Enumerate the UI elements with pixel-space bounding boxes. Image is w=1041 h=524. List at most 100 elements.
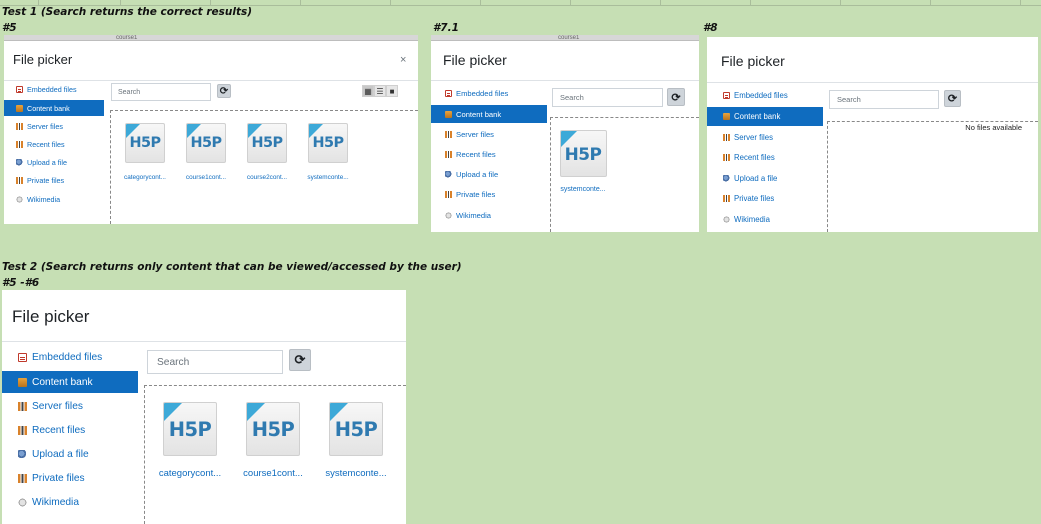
screenshot-test1-5: course1 File picker × Embedded files Content… bbox=[4, 35, 418, 224]
sidebar-item-wikimedia[interactable]: Wikimedia bbox=[4, 191, 104, 207]
upload-icon bbox=[18, 449, 27, 459]
sidebar-item-upload-a-file[interactable]: Upload a file bbox=[431, 166, 547, 184]
embedded-files-icon bbox=[16, 86, 23, 94]
sidebar-item-server-files[interactable]: Server files bbox=[707, 128, 823, 147]
search-input[interactable]: Search bbox=[111, 83, 211, 101]
sheet-grid-column bbox=[840, 0, 841, 5]
file-tile[interactable]: H5P systemconte... bbox=[553, 130, 613, 194]
sidebar-item-embedded-files[interactable]: Embedded files bbox=[431, 85, 547, 103]
h5p-logo-icon: H5P bbox=[251, 135, 283, 152]
h5p-file-thumbnail: H5P bbox=[329, 402, 383, 456]
sidebar-item-embedded-files[interactable]: Embedded files bbox=[2, 347, 138, 369]
content-bank-icon bbox=[445, 110, 452, 118]
sidebar-item-wikimedia[interactable]: Wikimedia bbox=[431, 206, 547, 224]
sidebar-item-label: Wikimedia bbox=[734, 215, 770, 225]
sidebar-item-private-files[interactable]: Private files bbox=[2, 467, 138, 489]
sidebar-item-upload-a-file[interactable]: Upload a file bbox=[2, 443, 138, 465]
upload-icon bbox=[723, 174, 730, 182]
private-files-icon bbox=[16, 177, 23, 185]
wikimedia-icon bbox=[18, 498, 27, 508]
sidebar-item-content-bank[interactable]: Content bank bbox=[431, 105, 547, 124]
sidebar-item-upload-a-file[interactable]: Upload a file bbox=[707, 169, 823, 188]
sheet-grid-column bbox=[1020, 0, 1021, 5]
sidebar-item-label: Upload a file bbox=[32, 448, 89, 460]
sidebar-item-private-files[interactable]: Private files bbox=[431, 186, 547, 204]
file-tile[interactable]: H5P categorycont... bbox=[151, 402, 229, 479]
search-input[interactable]: Search bbox=[147, 350, 283, 374]
sidebar-item-label: Private files bbox=[734, 194, 775, 204]
refresh-icon: ⟳ bbox=[219, 85, 229, 97]
sheet-grid-column bbox=[660, 0, 661, 5]
embedded-files-icon bbox=[18, 353, 27, 363]
sidebar-item-content-bank[interactable]: Content bank bbox=[4, 100, 104, 117]
sidebar-item-wikimedia[interactable]: Wikimedia bbox=[707, 210, 823, 229]
sidebar-item-embedded-files[interactable]: Embedded files bbox=[4, 82, 104, 98]
sidebar-item-server-files[interactable]: Server files bbox=[431, 125, 547, 143]
file-name: categorycont... bbox=[158, 468, 222, 479]
refresh-icon: ⟳ bbox=[947, 93, 958, 105]
refresh-button[interactable]: ⟳ bbox=[217, 84, 231, 98]
refresh-button[interactable]: ⟳ bbox=[289, 349, 311, 371]
refresh-button[interactable]: ⟳ bbox=[944, 90, 961, 107]
search-placeholder: Search bbox=[560, 93, 584, 102]
refresh-button[interactable]: ⟳ bbox=[667, 88, 685, 106]
sidebar-item-label: Recent files bbox=[27, 140, 65, 150]
test1-label-5: #5 bbox=[2, 22, 17, 34]
h5p-file-thumbnail: H5P bbox=[246, 402, 300, 456]
server-files-icon bbox=[16, 122, 23, 130]
private-files-icon bbox=[723, 195, 730, 203]
h5p-logo-icon: H5P bbox=[312, 135, 344, 152]
search-input[interactable]: Search bbox=[552, 88, 663, 107]
upload-icon bbox=[445, 171, 452, 179]
screenshot-test1-7-1: course1 File picker Embedded files Content … bbox=[431, 35, 699, 232]
file-name: course1cont... bbox=[185, 174, 227, 181]
sheet-grid-column bbox=[750, 0, 751, 5]
sidebar-item-recent-files[interactable]: Recent files bbox=[431, 146, 547, 164]
file-tile[interactable]: H5P systemconte... bbox=[299, 123, 357, 181]
file-listing-area: H5P categorycont... H5P course1cont... H5P sy… bbox=[144, 385, 406, 524]
recent-files-icon bbox=[723, 154, 730, 162]
file-name: systemconte... bbox=[560, 186, 606, 193]
file-picker-sidebar: Embedded files Content bank Server files Re… bbox=[4, 35, 104, 224]
folder-view-icon[interactable]: ■ bbox=[386, 85, 398, 97]
recent-files-icon bbox=[18, 425, 27, 435]
upload-icon bbox=[16, 159, 23, 167]
file-name: categorycont... bbox=[124, 174, 166, 181]
sheet-grid-column bbox=[210, 0, 211, 5]
sidebar-item-embedded-files[interactable]: Embedded files bbox=[707, 87, 823, 106]
sidebar-item-label: Wikimedia bbox=[32, 497, 79, 509]
file-tile[interactable]: H5P course1cont... bbox=[234, 402, 312, 479]
list-view-icon[interactable]: ☰ bbox=[374, 85, 386, 97]
search-placeholder: Search bbox=[157, 356, 190, 368]
sidebar-item-recent-files[interactable]: Recent files bbox=[707, 149, 823, 168]
h5p-file-thumbnail: H5P bbox=[186, 123, 226, 163]
search-placeholder: Search bbox=[118, 88, 141, 96]
embedded-files-icon bbox=[445, 90, 452, 98]
sidebar-item-server-files[interactable]: Server files bbox=[2, 395, 138, 417]
search-input[interactable]: Search bbox=[829, 90, 939, 109]
sidebar-item-upload-a-file[interactable]: Upload a file bbox=[4, 155, 104, 171]
sidebar-item-label: Content bank bbox=[456, 109, 502, 119]
file-tile[interactable]: H5P systemconte... bbox=[317, 402, 395, 479]
sidebar-item-recent-files[interactable]: Recent files bbox=[2, 419, 138, 441]
test1-heading: Test 1 (Search returns the correct resul… bbox=[2, 6, 253, 18]
close-button[interactable]: × bbox=[400, 54, 406, 66]
sidebar-item-server-files[interactable]: Server files bbox=[4, 118, 104, 134]
file-tile[interactable]: H5P course1cont... bbox=[177, 123, 235, 181]
sidebar-item-wikimedia[interactable]: Wikimedia bbox=[2, 492, 138, 514]
sidebar-item-content-bank[interactable]: Content bank bbox=[2, 371, 138, 394]
refresh-icon: ⟳ bbox=[294, 352, 306, 367]
icons-view-icon[interactable]: ▦ bbox=[362, 85, 374, 97]
sidebar-item-private-files[interactable]: Private files bbox=[4, 173, 104, 189]
private-files-icon bbox=[445, 191, 452, 199]
sidebar-item-label: Wikimedia bbox=[27, 194, 61, 204]
file-tile[interactable]: H5P course2cont... bbox=[238, 123, 296, 181]
sidebar-item-content-bank[interactable]: Content bank bbox=[707, 107, 823, 126]
sidebar-item-recent-files[interactable]: Recent files bbox=[4, 137, 104, 153]
file-name: systemconte... bbox=[325, 468, 387, 479]
sidebar-item-private-files[interactable]: Private files bbox=[707, 190, 823, 209]
sidebar-item-label: Server files bbox=[734, 132, 773, 142]
sidebar-item-label: Embedded files bbox=[27, 85, 77, 95]
file-tile[interactable]: H5P categorycont... bbox=[116, 123, 174, 181]
view-mode-buttons: ▦ ☰ ■ bbox=[362, 85, 398, 97]
